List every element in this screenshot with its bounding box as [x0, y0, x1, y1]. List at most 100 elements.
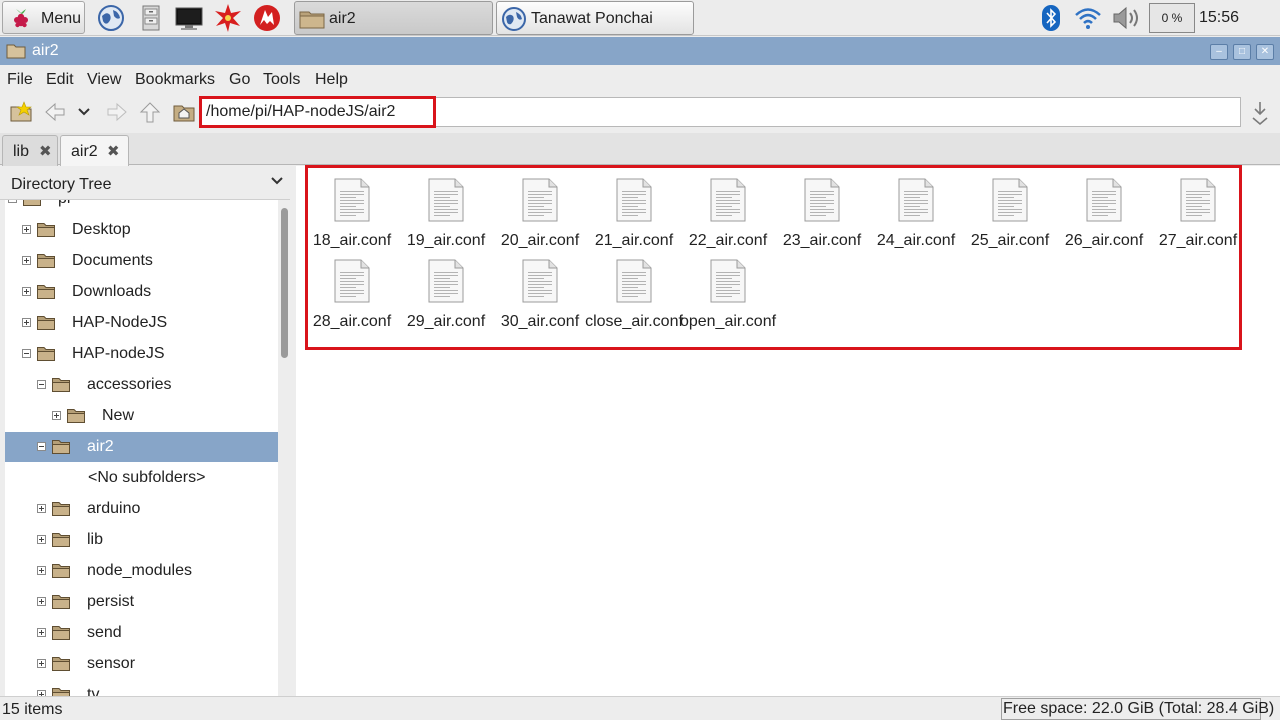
file-item[interactable]: 21_air.conf — [587, 170, 681, 250]
expand-icon[interactable] — [37, 566, 46, 575]
expand-icon[interactable] — [22, 287, 31, 296]
tree-item[interactable]: HAP-nodeJS — [5, 339, 278, 369]
expand-icon[interactable] — [37, 535, 46, 544]
back-arrow-icon[interactable] — [42, 101, 68, 123]
tab-lib[interactable]: lib ✖ — [2, 135, 58, 166]
tree-item[interactable]: persist — [5, 587, 278, 617]
file-cabinet-icon[interactable] — [136, 3, 166, 33]
document-icon — [616, 178, 652, 222]
tab-air2[interactable]: air2 ✖ — [60, 135, 129, 167]
menu-help[interactable]: Help — [315, 71, 348, 89]
file-item[interactable]: 19_air.conf — [399, 170, 493, 250]
tree-item[interactable]: Downloads — [5, 277, 278, 307]
window-titlebar[interactable]: air2 – □ ✕ — [0, 37, 1280, 65]
wolfram-icon[interactable] — [252, 3, 282, 33]
menu-bookmarks[interactable]: Bookmarks — [135, 71, 215, 89]
sidebar-scrollbar[interactable] — [279, 200, 290, 696]
document-icon — [522, 178, 558, 222]
file-item[interactable]: 26_air.conf — [1057, 170, 1151, 250]
expand-icon[interactable] — [37, 597, 46, 606]
file-item[interactable]: 29_air.conf — [399, 251, 493, 331]
collapse-icon[interactable] — [37, 442, 46, 451]
file-item[interactable]: 18_air.conf — [305, 170, 399, 250]
task-tanawat-ponchai[interactable]: Tanawat Ponchai — [496, 1, 694, 35]
task-air2[interactable]: air2 — [294, 1, 493, 35]
new-tab-icon[interactable] — [9, 101, 33, 123]
tree-item[interactable]: air2 — [5, 432, 278, 462]
file-item[interactable]: 28_air.conf — [305, 251, 399, 331]
tree-item-label: persist — [87, 593, 135, 610]
free-space: Free space: 22.0 GiB (Total: 28.4 GiB) — [1001, 698, 1274, 720]
expand-icon[interactable] — [52, 411, 61, 420]
tree-item[interactable]: HAP-NodeJS — [5, 308, 278, 338]
tree-item[interactable]: Documents — [5, 246, 278, 276]
clock[interactable]: 15:56 — [1199, 9, 1239, 27]
menu-go[interactable]: Go — [229, 71, 250, 89]
folder-icon — [52, 533, 70, 547]
go-button-icon[interactable] — [1249, 99, 1271, 127]
minimize-button[interactable]: – — [1210, 44, 1228, 60]
file-item[interactable]: open_air.conf — [680, 251, 776, 331]
directory-tree[interactable]: pi Desktop Documents Downloads HAP-NodeJS HAP… — [5, 200, 278, 696]
mathematica-icon[interactable] — [213, 3, 243, 33]
menu-button[interactable]: Menu — [2, 1, 85, 34]
file-view[interactable]: 18_air.conf 19_air.conf 20_air.conf 21_air.… — [296, 166, 1280, 696]
tree-item[interactable]: send — [5, 618, 278, 648]
tree-item[interactable]: sensor — [5, 649, 278, 679]
file-item[interactable]: 23_air.conf — [775, 170, 869, 250]
maximize-button[interactable]: □ — [1233, 44, 1251, 60]
file-item[interactable]: close_air.conf — [585, 251, 683, 331]
expand-icon[interactable] — [22, 225, 31, 234]
sidebar-mode-selector[interactable]: Directory Tree — [0, 166, 290, 200]
collapse-icon[interactable] — [8, 200, 17, 203]
expand-icon[interactable] — [37, 628, 46, 637]
close-icon[interactable]: ✖ — [107, 142, 120, 160]
tree-item[interactable]: arduino — [5, 494, 278, 524]
close-icon[interactable]: ✖ — [39, 142, 52, 160]
file-item[interactable]: 30_air.conf — [493, 251, 587, 331]
file-item[interactable]: 20_air.conf — [493, 170, 587, 250]
tree-item[interactable]: Desktop — [5, 215, 278, 245]
home-folder-icon[interactable] — [172, 101, 196, 123]
wifi-icon[interactable] — [1073, 5, 1103, 31]
globe-icon[interactable] — [96, 3, 126, 33]
tree-item[interactable]: lib — [5, 525, 278, 555]
bluetooth-icon[interactable] — [1041, 4, 1061, 32]
file-name: 22_air.conf — [688, 232, 768, 249]
cpu-monitor[interactable]: 0 % — [1149, 3, 1195, 33]
menu-edit[interactable]: Edit — [46, 71, 74, 89]
document-icon — [428, 178, 464, 222]
menu-view[interactable]: View — [87, 71, 121, 89]
scrollbar-thumb[interactable] — [281, 208, 288, 358]
document-icon — [898, 178, 934, 222]
tree-item[interactable]: pi — [5, 200, 278, 214]
folder-icon — [37, 254, 55, 268]
menu-file[interactable]: File — [7, 71, 33, 89]
expand-icon[interactable] — [22, 256, 31, 265]
up-arrow-icon[interactable] — [138, 101, 162, 125]
tree-item[interactable]: New — [5, 401, 278, 431]
expand-icon[interactable] — [37, 504, 46, 513]
expand-icon[interactable] — [22, 318, 31, 327]
tree-item[interactable]: accessories — [5, 370, 278, 400]
document-icon — [522, 259, 558, 303]
file-item[interactable]: 25_air.conf — [963, 170, 1057, 250]
file-item[interactable]: 22_air.conf — [681, 170, 775, 250]
close-button[interactable]: ✕ — [1256, 44, 1274, 60]
menu-tools[interactable]: Tools — [263, 71, 300, 89]
file-item[interactable]: 27_air.conf — [1151, 170, 1245, 250]
expand-icon[interactable] — [37, 659, 46, 668]
tree-item[interactable]: tv — [5, 680, 278, 696]
collapse-icon[interactable] — [22, 349, 31, 358]
collapse-icon[interactable] — [37, 380, 46, 389]
path-input[interactable] — [206, 103, 806, 121]
volume-icon[interactable] — [1110, 5, 1142, 31]
location-bar[interactable] — [199, 97, 1241, 127]
terminal-icon[interactable] — [174, 3, 204, 33]
document-icon — [334, 259, 370, 303]
forward-arrow-icon[interactable] — [104, 101, 130, 123]
tree-item[interactable]: node_modules — [5, 556, 278, 586]
tree-item[interactable]: <No subfolders> — [5, 463, 278, 493]
chevron-down-icon[interactable] — [77, 107, 91, 117]
file-item[interactable]: 24_air.conf — [869, 170, 963, 250]
